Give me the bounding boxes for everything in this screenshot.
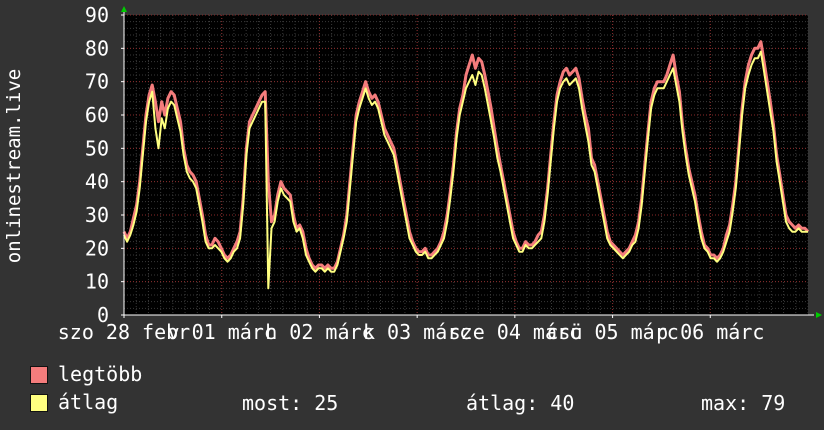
stat-now: most: 25 xyxy=(242,391,338,415)
x-tick-label: h 02 márc xyxy=(265,320,373,344)
y-axis-arrow xyxy=(121,6,127,12)
y-axis-label: onlinestream.live xyxy=(3,69,25,263)
y-axis-ticks: 0102030405060708090 xyxy=(85,3,124,327)
stat-now-value: 25 xyxy=(314,391,339,415)
stat-avg-label: átlag: xyxy=(466,391,539,415)
y-tick-label: 80 xyxy=(85,36,109,60)
stat-avg-value: 40 xyxy=(550,391,575,415)
x-axis-arrow xyxy=(816,312,822,318)
y-tick-label: 50 xyxy=(85,136,109,160)
stat-avg: átlag: 40 xyxy=(466,391,574,415)
x-tick-label: v 01 márc xyxy=(168,320,276,344)
legend-swatch-max xyxy=(30,366,48,384)
y-tick-label: 30 xyxy=(85,203,109,227)
y-tick-label: 40 xyxy=(85,170,109,194)
legend-label-max: legtöbb xyxy=(58,362,143,386)
y-tick-label: 60 xyxy=(85,103,109,127)
y-tick-label: 70 xyxy=(85,70,109,94)
y-tick-label: 20 xyxy=(85,236,109,260)
stat-max-label: max: xyxy=(701,391,750,415)
y-tick-label: 90 xyxy=(85,3,109,27)
legend-swatch-avg xyxy=(30,394,48,412)
stat-now-label: most: xyxy=(242,391,303,415)
stat-max-value: 79 xyxy=(761,391,786,415)
stat-max: max: 79 xyxy=(701,391,785,415)
grid xyxy=(123,14,809,316)
x-axis-ticks: szo 28 febrv 01 márch 02 márck 03 márcsz… xyxy=(58,315,764,344)
legend-label-avg: átlag xyxy=(58,390,119,414)
x-tick-label: p 06 márc xyxy=(656,320,764,344)
y-tick-label: 10 xyxy=(85,270,109,294)
